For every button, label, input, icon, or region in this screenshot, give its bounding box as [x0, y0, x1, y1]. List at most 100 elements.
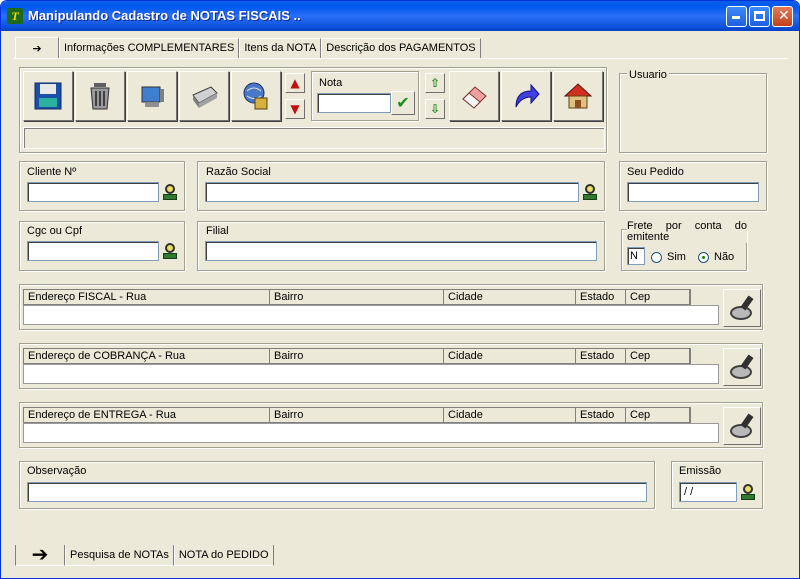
minimize-icon: [732, 16, 740, 19]
cliente-input[interactable]: [27, 182, 159, 202]
endereco-entrega-lookup-button[interactable]: [723, 407, 761, 445]
lookup-icon: [730, 306, 752, 320]
filial-input[interactable]: [205, 241, 597, 261]
cgc-lookup-button[interactable]: [163, 243, 177, 259]
arrow-up-green-icon: ⇧: [429, 76, 441, 90]
title-bar[interactable]: T Manipulando Cadastro de NOTAS FISCAIS …: [1, 1, 799, 31]
razao-social-lookup-button[interactable]: [583, 184, 597, 200]
up-button[interactable]: ⇧: [425, 73, 445, 93]
close-icon: ✕: [778, 8, 790, 24]
lookup-icon: [165, 243, 175, 253]
status-field: [23, 127, 605, 149]
lookup-icon: [165, 184, 175, 194]
trash-icon: [90, 83, 110, 110]
emissao-lookup-button[interactable]: [741, 484, 755, 500]
home-icon: [563, 83, 593, 109]
close-button[interactable]: ✕: [772, 6, 793, 27]
clear-button[interactable]: [449, 71, 499, 121]
confirm-nota-button[interactable]: ✔: [391, 91, 415, 115]
endereco-cobranca-estado-header: Estado: [576, 349, 626, 363]
endereco-fiscal-header: Endereço FISCAL - Rua Bairro Cidade Esta…: [23, 289, 691, 305]
maximize-icon: [754, 11, 765, 21]
cgc-label: Cgc ou Cpf: [27, 225, 83, 237]
arrow-right-icon: ➔: [31, 542, 49, 566]
lookup-icon: [730, 365, 752, 379]
cliente-label: Cliente Nº: [27, 166, 77, 178]
endereco-fiscal-row[interactable]: [23, 305, 719, 325]
endereco-cobranca-header: Endereço de COBRANÇA - Rua Bairro Cidade…: [23, 348, 691, 364]
arrow-down-green-icon: ⇩: [429, 102, 441, 116]
tab-itens-da-nota[interactable]: Itens da NOTA: [239, 38, 322, 58]
emissao-input[interactable]: / /: [679, 482, 737, 502]
tab-pesquisa-de-notas[interactable]: Pesquisa de NOTAs: [65, 545, 174, 566]
down-button[interactable]: ⇩: [425, 99, 445, 119]
arrow-down-icon: ▼: [290, 102, 300, 116]
seu-pedido-input[interactable]: [627, 182, 759, 202]
endereco-entrega-header: Endereço de ENTREGA - Rua Bairro Cidade …: [23, 407, 691, 423]
arrow-right-icon: ➔: [32, 41, 42, 55]
tab-panel-border: [13, 58, 788, 59]
nota-label: Nota: [319, 77, 343, 89]
observacao-label: Observação: [27, 465, 87, 477]
tab-informacoes-complementares[interactable]: Informações COMPLEMENTARES: [59, 38, 240, 58]
endereco-cobranca-rua-header: Endereço de COBRANÇA - Rua: [24, 349, 270, 363]
nota-input[interactable]: [317, 93, 391, 113]
arrow-up-icon: ▲: [290, 76, 300, 90]
endereco-cobranca-row[interactable]: [23, 364, 719, 384]
endereco-entrega-bairro-header: Bairro: [270, 408, 444, 422]
checkmark-icon: ✔: [396, 93, 410, 112]
print-button[interactable]: [179, 71, 229, 121]
tab-arrow-current[interactable]: ➔: [15, 37, 59, 59]
endereco-entrega-estado-header: Estado: [576, 408, 626, 422]
monitor-icon: [141, 86, 164, 107]
delete-button[interactable]: [75, 71, 125, 121]
tab-descricao-pagamentos[interactable]: Descrição dos PAGAMENTOS: [321, 38, 481, 58]
bottom-tab-arrow-current[interactable]: ➔: [15, 542, 65, 566]
lookup-icon: [743, 484, 753, 494]
cliente-lookup-button[interactable]: [163, 184, 177, 200]
endereco-cobranca-bairro-header: Bairro: [270, 349, 444, 363]
razao-social-label: Razão Social: [206, 166, 271, 178]
tab-nota-do-pedido[interactable]: NOTA do PEDIDO: [173, 545, 274, 566]
endereco-cobranca-lookup-button[interactable]: [723, 348, 761, 386]
frete-label: Frete por conta do emitente: [627, 220, 747, 243]
endereco-fiscal-estado-header: Estado: [576, 290, 626, 304]
usuario-label: Usuario: [627, 69, 669, 81]
frete-nao-radio[interactable]: [698, 252, 709, 263]
endereco-entrega-row[interactable]: [23, 423, 719, 443]
seu-pedido-label: Seu Pedido: [627, 166, 684, 178]
cgc-input[interactable]: [27, 241, 159, 261]
usuario-group: [619, 73, 767, 153]
app-icon: T: [7, 8, 23, 24]
home-button[interactable]: [553, 71, 603, 121]
endereco-fiscal-rua-header: Endereço FISCAL - Rua: [24, 290, 270, 304]
frete-code-input[interactable]: N: [627, 247, 645, 265]
minimize-button[interactable]: [726, 6, 747, 27]
lookup-icon: [585, 184, 595, 194]
endereco-entrega-cep-header: Cep: [626, 408, 690, 422]
search-button[interactable]: [231, 71, 281, 121]
globe-search-icon: [243, 82, 268, 110]
frete-sim-radio[interactable]: [651, 252, 662, 263]
top-tab-strip: ➔ Informações COMPLEMENTARES Itens da NO…: [15, 37, 481, 59]
save-button[interactable]: [23, 71, 73, 121]
endereco-fiscal-lookup-button[interactable]: [723, 289, 761, 327]
endereco-entrega-rua-header: Endereço de ENTREGA - Rua: [24, 408, 270, 422]
redo-button[interactable]: [501, 71, 551, 121]
save-icon: [34, 82, 62, 110]
screen-button[interactable]: [127, 71, 177, 121]
maximize-button[interactable]: [749, 6, 770, 27]
endereco-cobranca-cidade-header: Cidade: [444, 349, 576, 363]
observacao-input[interactable]: [27, 482, 647, 502]
eraser-icon: [462, 86, 487, 109]
endereco-fiscal-bairro-header: Bairro: [270, 290, 444, 304]
printer-icon: [192, 86, 218, 108]
next-button[interactable]: ▼: [285, 99, 305, 119]
previous-button[interactable]: ▲: [285, 73, 305, 93]
frete-nao-label: Não: [714, 251, 735, 263]
razao-social-input[interactable]: [205, 182, 579, 202]
endereco-cobranca-cep-header: Cep: [626, 349, 690, 363]
endereco-entrega-cidade-header: Cidade: [444, 408, 576, 422]
frete-sim-label: Sim: [667, 251, 686, 263]
endereco-fiscal-cidade-header: Cidade: [444, 290, 576, 304]
